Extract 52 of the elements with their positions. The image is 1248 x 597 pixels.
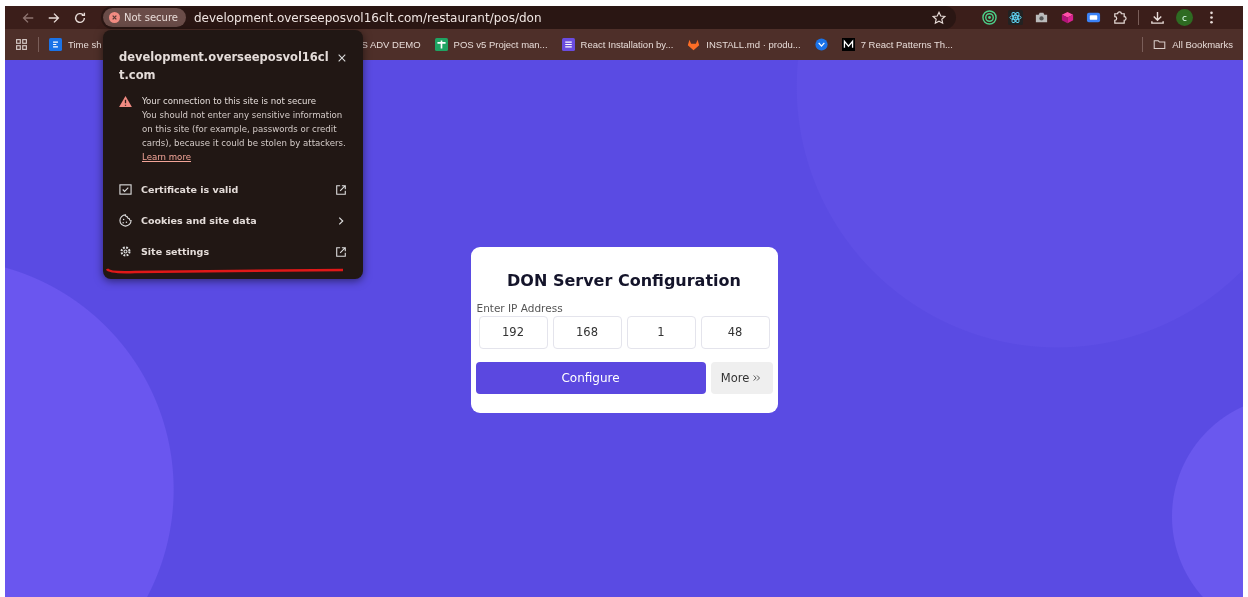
card-title: DON Server Configuration [506,270,742,290]
certificate-icon [119,183,132,196]
bookmark[interactable]: Time sh [49,38,102,51]
bookmark[interactable]: 7 React Patterns Th... [841,38,953,51]
back-icon[interactable] [21,10,35,25]
ip-octet-field[interactable]: 1 [626,315,696,349]
ip-address-label: Enter IP Address [476,301,564,314]
reload-icon[interactable] [73,10,87,25]
more-button[interactable]: More [710,361,773,394]
url-text: development.overseeposvol16clt.com/restaurant/pos/don [193,10,543,25]
external-link-icon [335,183,347,196]
popup-menu-item[interactable]: Cookies and site data [119,205,347,236]
extensions-icon[interactable] [1112,10,1127,25]
ip-octet-field[interactable]: 168 [552,315,622,349]
external-link-icon [335,245,347,258]
popup-menu-item[interactable]: Site settings [119,236,347,267]
document-icon [49,38,62,51]
plus-icon [434,38,448,51]
not-secure-chip[interactable]: Not secure [103,8,186,27]
list-icon [561,38,575,51]
bookmark[interactable]: React Installation by... [561,38,674,51]
warning-title: Your connection to this site is not secure [142,95,318,108]
ip-octet-field[interactable]: 48 [700,315,770,349]
warning-text: You should not enter any sensitive information on this site (for example, passwords or credit cards), because it could be stolen by attackers. [142,109,347,150]
error-icon [109,12,120,23]
apps-grid-icon[interactable] [15,38,28,51]
learn-more-link[interactable]: Learn more [142,150,191,164]
all-bookmarks[interactable]: All Bookmarks [1153,38,1233,51]
camera-icon[interactable] [1034,10,1049,25]
star-icon[interactable] [932,10,946,25]
forward-icon[interactable] [47,10,61,25]
folder-icon [1153,38,1167,51]
download-icon[interactable] [1150,10,1165,25]
screen-icon[interactable] [1086,10,1101,25]
cube-icon[interactable] [1060,10,1075,25]
site-domain: development.overseeposvol16clt.com [119,49,330,84]
profile-avatar[interactable]: c [1176,9,1193,26]
target-icon[interactable] [982,10,997,25]
close-icon[interactable] [337,53,347,63]
ip-octet-field[interactable]: 192 [478,315,548,349]
fox-icon [687,38,701,51]
settings-icon [119,245,132,258]
double-chevron-icon [752,372,763,383]
configure-button[interactable]: Configure [475,361,706,394]
medium-icon [841,38,855,51]
warning-icon [119,96,132,107]
atom-icon[interactable] [1008,10,1023,25]
address-bar[interactable]: Not secure development.overseeposvol16clt.com/restaurant/pos/don [101,6,956,29]
bookmark[interactable]: INSTALL.md · produ... [687,38,801,51]
bookmark[interactable]: POS v5 Project man... [434,38,548,51]
popup-menu-item[interactable]: Certificate is valid [119,174,347,205]
cookie-icon [119,214,132,227]
